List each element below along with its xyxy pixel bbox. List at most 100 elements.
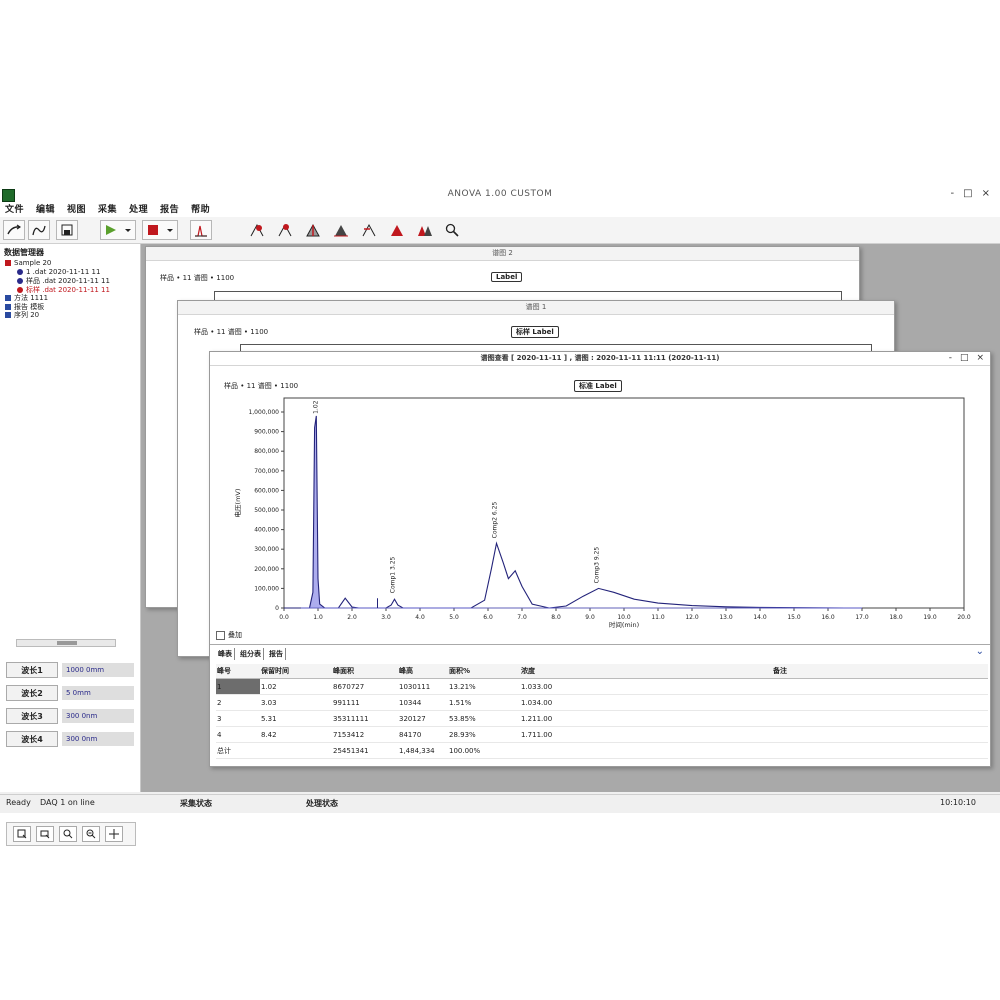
table-cell: 320127 [398, 710, 448, 727]
column-header[interactable]: 浓度 [520, 664, 572, 679]
run-button[interactable] [100, 220, 136, 240]
param-button-3[interactable]: 波长3 [6, 708, 58, 724]
zoom-in-button[interactable] [59, 826, 77, 842]
y-tick-label: 200,000 [254, 566, 279, 573]
overlay-checkbox[interactable] [216, 630, 225, 640]
open-icon [7, 224, 21, 235]
zoom-out-button[interactable] [82, 826, 100, 842]
column-header[interactable]: 峰面积 [332, 664, 398, 679]
param-button-4[interactable]: 波长4 [6, 731, 58, 747]
peak-pin-icon [278, 223, 292, 237]
maximize-button[interactable]: □ [963, 188, 972, 199]
peak-tool-1[interactable] [248, 222, 266, 238]
x-tick-label: 11.0 [651, 614, 665, 621]
table-cell: 84170 [398, 726, 448, 743]
status-process: 处理状态 [306, 799, 338, 808]
table-row[interactable]: 1 1.02 8670727 1030111 13.21% 1.033.00 [216, 678, 988, 695]
x-tick-label: 7.0 [517, 614, 527, 621]
folder-icon [5, 295, 11, 301]
panel-header: 数据管理器 [4, 248, 44, 257]
chart-tag: Label [491, 272, 523, 282]
save-icon [61, 224, 73, 236]
table-row[interactable]: 3 5.31 35311111 320127 53.85% 1.211.00 [216, 710, 988, 727]
chart-tag: 标样 Label [511, 326, 559, 338]
x-axis-label: 时间(min) [609, 620, 639, 629]
zoom-x-button[interactable] [36, 826, 54, 842]
table-total-row[interactable]: 总计 25451341 1,484,334 100.00% [216, 742, 988, 759]
table-cell: 1.711.00 [520, 726, 572, 743]
column-header[interactable]: 峰高 [398, 664, 448, 679]
peak-label: Comp2 6.25 [492, 502, 499, 539]
panel-scrollbar[interactable] [16, 639, 116, 647]
peak-tool-7[interactable] [416, 222, 434, 238]
param-button-1[interactable]: 波长1 [6, 662, 58, 678]
x-tick-label: 5.0 [449, 614, 459, 621]
stop-button[interactable] [142, 220, 178, 240]
table-cell [520, 742, 572, 759]
param-value-1: 1000 0mm [62, 663, 134, 677]
menu-help[interactable]: 帮助 [191, 203, 210, 217]
y-tick-label: 600,000 [254, 487, 279, 494]
table-cell: 1030111 [398, 678, 448, 695]
divider [210, 644, 990, 645]
column-header[interactable]: 峰号 [216, 664, 260, 679]
y-tick-label: 400,000 [254, 527, 279, 534]
tree-item[interactable]: Sample 20 [5, 259, 51, 267]
zoom-box-button[interactable] [13, 826, 31, 842]
window-title: 谱图 2 [146, 247, 859, 261]
integrate-button[interactable] [190, 220, 212, 240]
plot-frame[interactable] [283, 397, 965, 609]
table-cell: 991111 [332, 694, 398, 711]
scrollbar-thumb[interactable] [57, 641, 77, 645]
param-value-4: 300 0nm [62, 732, 134, 746]
curve-button[interactable] [28, 220, 50, 240]
save-button[interactable] [56, 220, 78, 240]
param-row: 波长1 1000 0mm [6, 662, 134, 680]
tree-item[interactable]: 1 .dat 2020-11-11 11 [17, 268, 100, 276]
tab-report[interactable]: 报告 [267, 648, 286, 660]
menu-acquire[interactable]: 采集 [98, 203, 117, 217]
curve-icon [32, 225, 46, 236]
peak-tool-5[interactable] [360, 222, 378, 238]
chromatogram-chart[interactable]: 0 100,000 200,000 300,000 400,000 500,000 600,… [210, 352, 990, 644]
column-header[interactable]: 保留时间 [260, 664, 332, 679]
table-cell: 1.02 [260, 678, 332, 695]
table-row[interactable]: 4 8.42 7153412 84170 28.93% 1.711.00 [216, 726, 988, 743]
tab-peak-table[interactable]: 峰表 [216, 648, 235, 660]
document-area: 谱图 2 样品 • 11 谱图 • 1100 Label 谱图 1 样品 • 1… [141, 244, 1000, 792]
param-button-2[interactable]: 波长2 [6, 685, 58, 701]
pan-button[interactable] [105, 826, 123, 842]
zoom-box-icon [17, 829, 27, 839]
menu-report[interactable]: 报告 [160, 203, 179, 217]
peak-tool-6[interactable] [388, 222, 406, 238]
stop-icon [148, 225, 173, 235]
table-cell: 1.034.00 [520, 694, 572, 711]
tab-component-table[interactable]: 组分表 [238, 648, 264, 660]
table-row[interactable]: 2 3.03 991111 10344 1.51% 1.034.00 [216, 694, 988, 711]
peak-label: 1.02 [312, 400, 319, 414]
column-header[interactable]: 面积% [448, 664, 520, 679]
peak-tool-2[interactable] [276, 222, 294, 238]
open-button[interactable] [3, 220, 25, 240]
zoom-x-icon [40, 830, 50, 839]
peak-tool-3[interactable] [304, 222, 322, 238]
x-tick-label: 18.0 [889, 614, 903, 621]
menu-view[interactable]: 视图 [67, 203, 86, 217]
window-controls: - □ × [951, 188, 990, 199]
y-tick-label: 900,000 [254, 429, 279, 436]
peak-fill-icon [334, 225, 348, 237]
x-tick-label: 0.0 [279, 614, 289, 621]
close-button[interactable]: × [982, 188, 990, 199]
collapse-chevron-icon[interactable]: ⌄ [976, 646, 984, 657]
menu-edit[interactable]: 编辑 [36, 203, 55, 217]
data-manager-panel: 数据管理器 Sample 20 1 .dat 2020-11-11 11 样品 .d… [0, 244, 141, 846]
peak-tool-4[interactable] [332, 222, 350, 238]
tree-item[interactable]: 序列 20 [5, 310, 39, 320]
column-header[interactable]: 备注 [572, 664, 988, 679]
search-button[interactable] [443, 222, 461, 238]
menu-file[interactable]: 文件 [5, 203, 24, 217]
minimize-button[interactable]: - [951, 188, 955, 199]
status-acquire: 采集状态 [180, 799, 212, 808]
menu-process[interactable]: 处理 [129, 203, 148, 217]
chromatogram-window-front[interactable]: 谱图查看 [ 2020-11-11 ] , 谱图 : 2020-11-11 11… [209, 351, 991, 767]
